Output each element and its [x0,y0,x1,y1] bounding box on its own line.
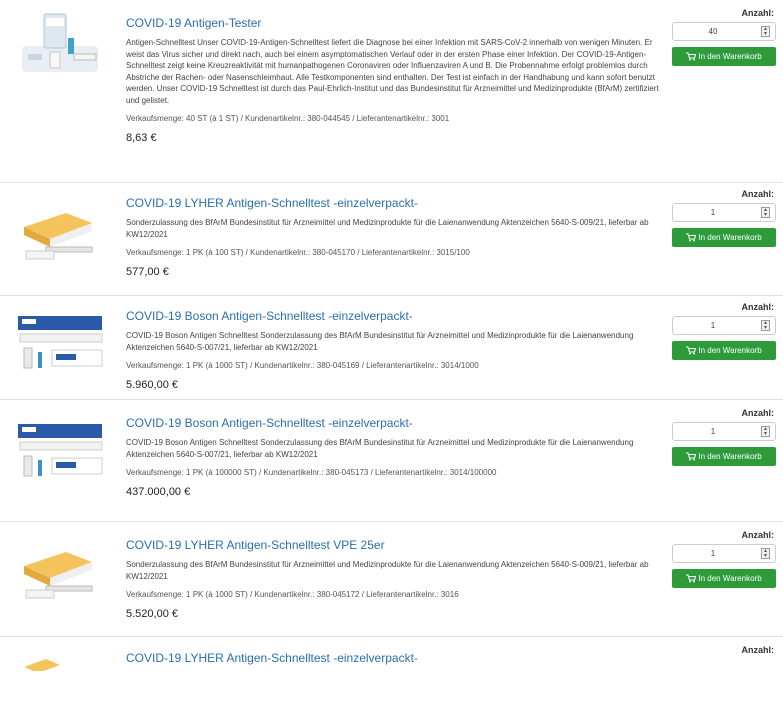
add-to-cart-button[interactable]: In den Warenkorb [672,47,776,66]
product-item: COVID-19 LYHER Antigen-Schnelltest VPE 2… [0,521,783,636]
product-title[interactable]: COVID-19 LYHER Antigen-Schnelltest -einz… [126,196,666,211]
product-image[interactable] [16,197,104,265]
product-price: 5.960,00 € [126,379,178,391]
quantity-label: Anzahl: [741,645,775,655]
product-image[interactable] [16,420,104,488]
product-title[interactable]: COVID-19 Boson Antigen-Schnelltest -einz… [126,416,666,431]
product-description: COVID-19 Boson Antigen Schnelltest Sonde… [126,331,634,352]
product-description: Sonderzulassung des BfArM Bundesinstitut… [126,218,649,239]
quantity-input[interactable]: 1 ▴ ▾ [672,544,776,563]
cart-icon [686,346,697,355]
product-item: COVID-19 LYHER Antigen-Schnelltest -einz… [0,636,783,673]
product-description: Antigen-Schnelltest Unser COVID-19-Antig… [126,38,659,105]
product-meta: Verkaufsmenge: 40 ST (à 1 ST) / Kundenar… [126,114,450,123]
tester-kit-icon [22,13,98,72]
lyher-box-icon [24,213,93,260]
product-price: 8,63 € [126,132,157,144]
product-item: COVID-19 LYHER Antigen-Schnelltest -einz… [0,182,783,295]
quantity-input[interactable]: 1 ▴ ▾ [672,203,776,222]
product-title[interactable]: COVID-19 LYHER Antigen-Schnelltest VPE 2… [126,538,666,553]
add-to-cart-label: In den Warenkorb [698,233,762,242]
add-to-cart-label: In den Warenkorb [698,574,762,583]
product-image[interactable] [16,312,104,380]
product-item: COVID-19 Boson Antigen-Schnelltest -einz… [0,295,783,399]
add-to-cart-button[interactable]: In den Warenkorb [672,569,776,588]
product-title[interactable]: COVID-19 Antigen-Tester [126,16,666,31]
quantity-value: 1 [710,549,716,558]
product-list: COVID-19 Antigen-Tester Antigen-Schnellt… [0,0,783,673]
cart-icon [686,574,697,583]
add-to-cart-button[interactable]: In den Warenkorb [672,447,776,466]
quantity-value: 1 [710,208,716,217]
add-to-cart-button[interactable]: In den Warenkorb [672,228,776,247]
lyher-box-icon [24,659,60,673]
cart-icon [686,52,697,61]
add-to-cart-label: In den Warenkorb [698,52,762,61]
boson-box-icon [18,316,103,369]
quantity-input[interactable]: 1 ▴ ▾ [672,316,776,335]
product-title[interactable]: COVID-19 LYHER Antigen-Schnelltest -einz… [126,651,666,666]
quantity-label: Anzahl: [741,530,775,540]
quantity-label: Anzahl: [741,302,775,312]
product-description: Sonderzulassung des BfArM Bundesinstitut… [126,560,649,581]
add-to-cart-label: In den Warenkorb [698,346,762,355]
quantity-value: 1 [710,427,716,436]
quantity-value: 40 [708,27,718,36]
product-title[interactable]: COVID-19 Boson Antigen-Schnelltest -einz… [126,309,666,324]
product-price: 5.520,00 € [126,608,178,620]
product-item: COVID-19 Antigen-Tester Antigen-Schnellt… [0,0,783,182]
product-price: 577,00 € [126,266,169,278]
quantity-input[interactable]: 40 ▴ ▾ [672,22,776,41]
quantity-input[interactable]: 1 ▴ ▾ [672,422,776,441]
spinner-arrows-icon[interactable]: ▴ ▾ [761,426,770,437]
product-description: COVID-19 Boson Antigen Schnelltest Sonde… [126,438,634,459]
quantity-label: Anzahl: [741,8,775,18]
product-image[interactable] [16,8,104,76]
product-image[interactable] [16,651,104,719]
cart-icon [686,452,697,461]
product-item: COVID-19 Boson Antigen-Schnelltest -einz… [0,399,783,521]
product-meta: Verkaufsmenge: 1 PK (à 1000 ST) / Kunden… [126,590,459,599]
product-image[interactable] [16,536,104,604]
quantity-label: Anzahl: [741,189,775,199]
spinner-arrows-icon[interactable]: ▴ ▾ [761,320,770,331]
quantity-label: Anzahl: [741,408,775,418]
lyher-box-icon [24,552,93,599]
quantity-value: 1 [710,321,716,330]
spinner-arrows-icon[interactable]: ▴ ▾ [761,548,770,559]
product-meta: Verkaufsmenge: 1 PK (à 1000 ST) / Kunden… [126,361,479,370]
add-to-cart-label: In den Warenkorb [698,452,762,461]
add-to-cart-button[interactable]: In den Warenkorb [672,341,776,360]
product-meta: Verkaufsmenge: 1 PK (à 100000 ST) / Kund… [126,468,497,477]
spinner-arrows-icon[interactable]: ▴ ▾ [761,26,770,37]
product-meta: Verkaufsmenge: 1 PK (à 100 ST) / Kundena… [126,248,470,257]
cart-icon [686,233,697,242]
spinner-arrows-icon[interactable]: ▴ ▾ [761,207,770,218]
product-price: 437.000,00 € [126,486,191,498]
boson-box-icon [18,424,103,477]
